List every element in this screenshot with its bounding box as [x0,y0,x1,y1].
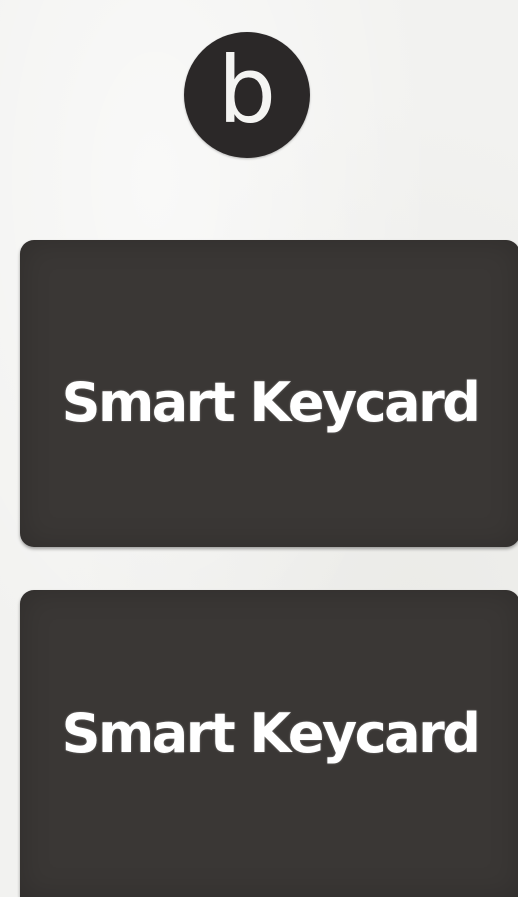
smart-keycard-1: Smart Keycard [20,240,518,547]
figure-panel: b Smart Keycard Smart Keycard [0,0,518,897]
panel-label-badge: b [184,32,310,158]
keycard-label: Smart Keycard [61,702,481,765]
keycard-label: Smart Keycard [61,371,481,434]
panel-label-letter: b [217,37,277,144]
smart-keycard-2: Smart Keycard [20,590,518,897]
